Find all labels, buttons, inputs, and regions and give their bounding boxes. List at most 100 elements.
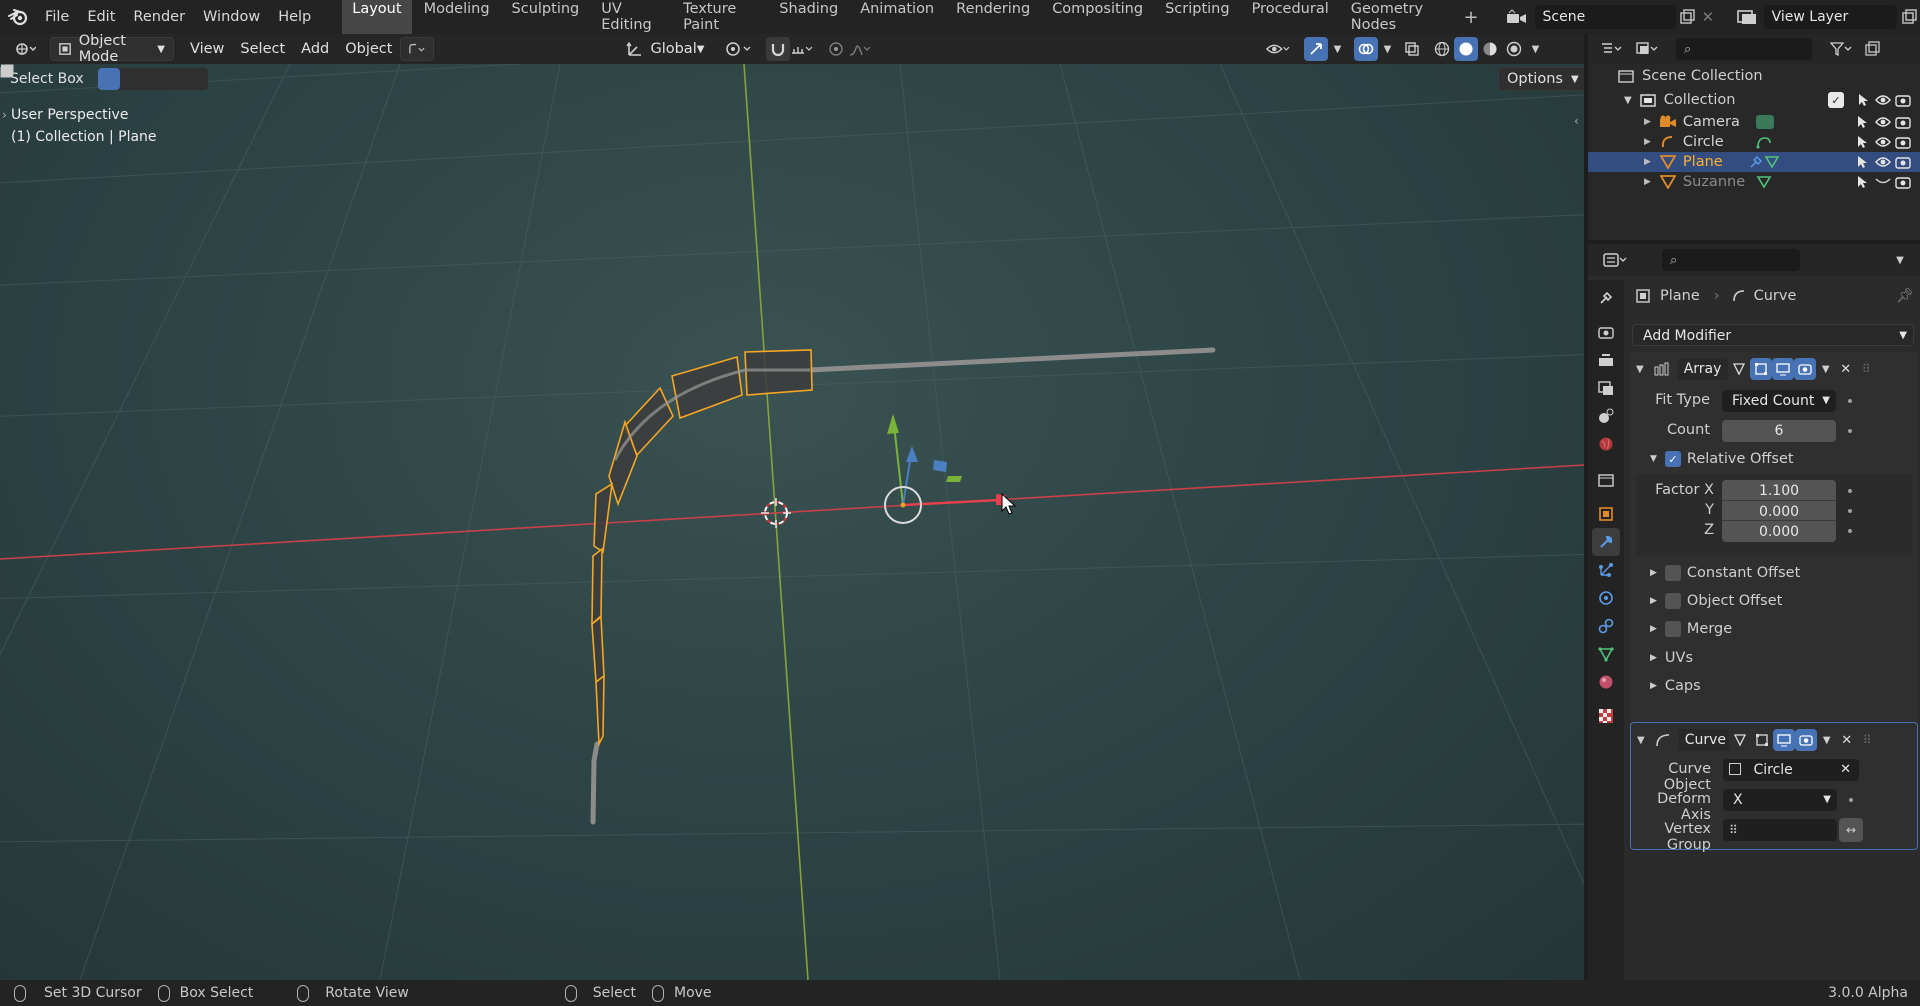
eye-icon[interactable] bbox=[1874, 156, 1892, 168]
tab-rendering[interactable]: Rendering bbox=[946, 0, 1040, 38]
modifier-menu-icon[interactable]: ▼ bbox=[1817, 729, 1837, 751]
falloff-icon[interactable] bbox=[848, 37, 872, 61]
gizmo-dropdown-icon[interactable]: ▼ bbox=[1328, 37, 1346, 61]
pivot-point-button[interactable] bbox=[716, 37, 762, 61]
proportional-edit-icon[interactable] bbox=[824, 37, 848, 61]
outliner-item-suzanne[interactable]: ▶ Suzanne bbox=[1588, 172, 1920, 192]
expand-arrow-icon[interactable]: ▶ bbox=[1644, 137, 1651, 147]
tab-texture-paint[interactable]: Texture Paint bbox=[673, 0, 767, 38]
selectable-arrow-icon[interactable] bbox=[1854, 93, 1872, 107]
scene-name-field[interactable]: Scene bbox=[1534, 5, 1676, 29]
menu-edit[interactable]: Edit bbox=[78, 9, 124, 25]
toolbar-toggle-icon[interactable]: › bbox=[2, 108, 7, 122]
edit-mode-icon[interactable] bbox=[1751, 729, 1773, 751]
expand-arrow-icon[interactable]: ▶ bbox=[1644, 177, 1651, 187]
blender-logo-icon[interactable] bbox=[0, 0, 36, 34]
eye-closed-icon[interactable] bbox=[1874, 177, 1892, 187]
tab-object[interactable] bbox=[1592, 500, 1620, 528]
outliner-item-camera[interactable]: ▶ Camera bbox=[1588, 112, 1920, 132]
drag-handle-icon[interactable]: ⠿ bbox=[1862, 362, 1871, 376]
scene-icon[interactable] bbox=[1500, 5, 1534, 29]
outliner-collection[interactable]: ▼ Collection ✓ bbox=[1588, 88, 1920, 112]
edit-cage-icon[interactable] bbox=[1729, 729, 1751, 751]
keyframe-dot[interactable] bbox=[1848, 529, 1852, 533]
menu-add[interactable]: Add bbox=[293, 37, 337, 61]
tab-uv-editing[interactable]: UV Editing bbox=[591, 0, 671, 38]
invert-vertex-group-icon[interactable]: ↔ bbox=[1839, 818, 1863, 842]
render-camera-icon[interactable] bbox=[1894, 175, 1912, 189]
outliner-editor-type-icon[interactable] bbox=[1594, 37, 1630, 61]
overlays-toggle-icon[interactable] bbox=[1354, 37, 1379, 61]
object-data-icon[interactable] bbox=[1756, 175, 1772, 189]
editor-type-button[interactable] bbox=[6, 37, 44, 61]
tab-texture[interactable] bbox=[1592, 702, 1620, 730]
array-name-field[interactable]: Array bbox=[1677, 358, 1728, 380]
snap-increment-icon[interactable] bbox=[790, 37, 814, 61]
realtime-icon[interactable] bbox=[1772, 729, 1795, 751]
tab-object-data[interactable] bbox=[1592, 640, 1620, 668]
expand-arrow-icon[interactable]: ▶ bbox=[1650, 681, 1657, 691]
select-invert-icon[interactable] bbox=[1, 65, 186, 90]
relative-offset-header[interactable]: ▼ ✓ Relative Offset bbox=[1650, 448, 1794, 470]
3d-viewport[interactable]: Select Box Options ▼ User Perspective (1… bbox=[0, 64, 1584, 980]
select-subtract-icon[interactable] bbox=[0, 65, 164, 90]
properties-options-icon[interactable]: ▼ bbox=[1888, 248, 1912, 272]
tab-view-layer[interactable] bbox=[1592, 374, 1620, 402]
gizmo-toggle-icon[interactable] bbox=[1304, 37, 1329, 61]
rendered-shading-icon[interactable] bbox=[1502, 37, 1526, 61]
clear-field-icon[interactable]: ✕ bbox=[1840, 759, 1851, 781]
snap-toggle-icon[interactable] bbox=[766, 37, 791, 61]
new-view-layer-icon[interactable] bbox=[1897, 5, 1920, 29]
menu-file[interactable]: File bbox=[36, 9, 78, 25]
constant-offset-header[interactable]: ▶ Constant Offset bbox=[1650, 562, 1800, 584]
options-dropdown[interactable]: Options ▼ bbox=[1498, 67, 1584, 91]
view-layer-icon[interactable] bbox=[1729, 5, 1763, 29]
eye-icon[interactable] bbox=[1874, 116, 1892, 128]
keyframe-dot[interactable] bbox=[1848, 429, 1852, 433]
factor-z-field[interactable]: 0.000 bbox=[1722, 520, 1836, 542]
expand-arrow-icon[interactable]: ▶ bbox=[1650, 596, 1657, 606]
wireframe-shading-icon[interactable] bbox=[1430, 37, 1454, 61]
merge-header[interactable]: ▶ Merge bbox=[1650, 618, 1732, 640]
shading-dropdown-icon[interactable]: ▼ bbox=[1526, 37, 1544, 61]
expand-arrow-icon[interactable]: ▶ bbox=[1644, 117, 1651, 127]
render-icon[interactable] bbox=[1794, 729, 1817, 751]
outliner-item-plane[interactable]: ▶ Plane bbox=[1588, 152, 1920, 172]
curve-modifier-header[interactable]: ▼ Curve ▼ ✕ ⠿ bbox=[1631, 727, 1919, 753]
tab-constraints[interactable] bbox=[1592, 612, 1620, 640]
tab-render[interactable] bbox=[1592, 318, 1620, 346]
keyframe-dot[interactable] bbox=[1848, 509, 1852, 513]
visibility-selectability-icon[interactable] bbox=[1266, 37, 1290, 61]
filter-icon[interactable] bbox=[1830, 37, 1854, 61]
solid-shading-icon[interactable] bbox=[1454, 37, 1479, 61]
curve-object-field[interactable]: Circle ✕ bbox=[1723, 759, 1859, 781]
mode-dropdown[interactable]: Object Mode ▼ bbox=[50, 33, 174, 65]
fit-type-dropdown[interactable]: Fixed Count ▼ bbox=[1722, 390, 1836, 412]
tab-tool[interactable] bbox=[1592, 284, 1620, 312]
new-collection-icon[interactable] bbox=[1860, 37, 1884, 61]
collection-exclude-checkbox[interactable]: ✓ bbox=[1828, 92, 1844, 108]
select-extend-icon[interactable] bbox=[1, 64, 142, 90]
render-camera-icon[interactable] bbox=[1894, 135, 1912, 149]
menu-window[interactable]: Window bbox=[194, 9, 269, 25]
object-data-icon[interactable] bbox=[1756, 135, 1772, 149]
tab-compositing[interactable]: Compositing bbox=[1042, 0, 1153, 38]
close-icon[interactable]: ✕ bbox=[1837, 729, 1857, 751]
add-workspace-icon[interactable]: + bbox=[1460, 5, 1483, 29]
constant-offset-checkbox[interactable] bbox=[1664, 565, 1681, 581]
tab-particles[interactable] bbox=[1592, 556, 1620, 584]
caps-header[interactable]: ▶ Caps bbox=[1650, 675, 1701, 697]
tab-scripting[interactable]: Scripting bbox=[1155, 0, 1239, 38]
properties-editor-type-icon[interactable] bbox=[1598, 248, 1634, 272]
vertex-group-field[interactable]: ⠿ bbox=[1723, 819, 1837, 841]
pin-icon[interactable]: 📌︎ bbox=[1896, 288, 1914, 304]
modifier-menu-icon[interactable]: ▼ bbox=[1816, 358, 1836, 380]
tab-layout[interactable]: Layout bbox=[342, 0, 412, 38]
orientation-dropdown[interactable]: Global ▼ bbox=[618, 37, 712, 61]
selectable-arrow-icon[interactable] bbox=[1854, 175, 1870, 189]
outliner-scene-collection[interactable]: Scene Collection bbox=[1588, 64, 1920, 88]
edit-cage-icon[interactable] bbox=[1728, 358, 1750, 380]
collapse-arrow-icon[interactable]: ▼ bbox=[1636, 364, 1644, 375]
object-data-icon[interactable] bbox=[1756, 115, 1774, 129]
array-modifier-header[interactable]: ▼ Array ▼ ✕ ⠿ bbox=[1630, 356, 1918, 382]
